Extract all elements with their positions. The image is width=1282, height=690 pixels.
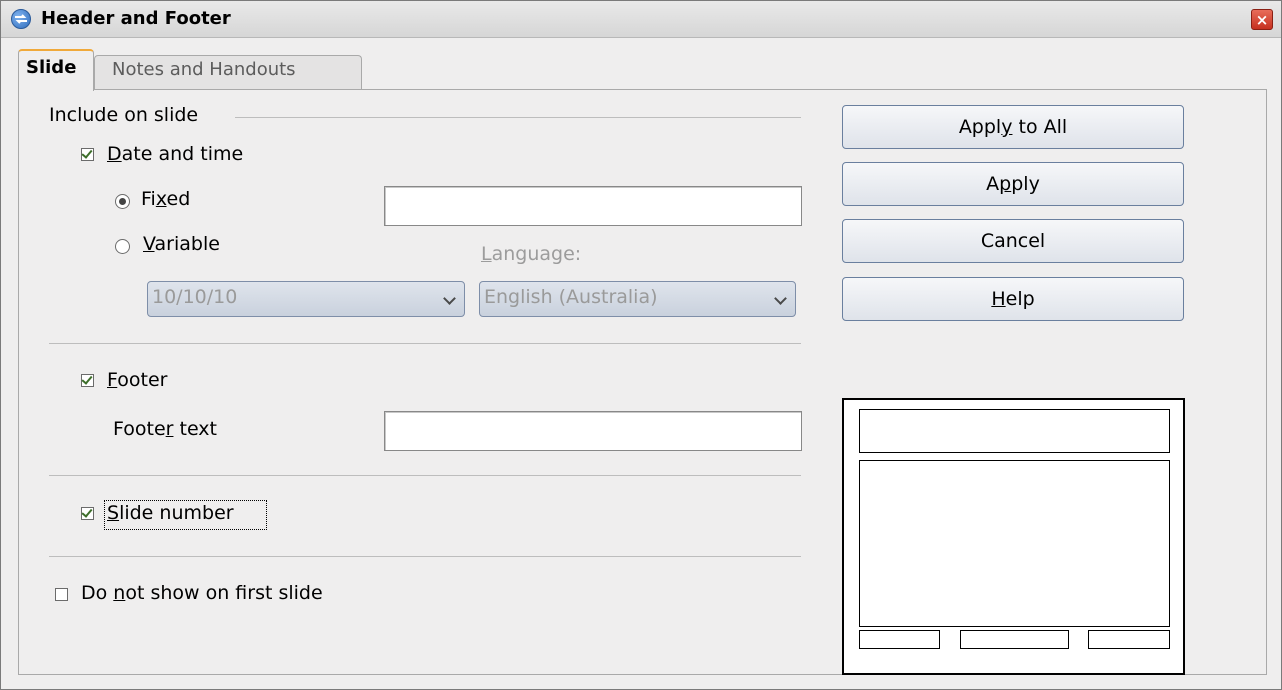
preview-footer-area xyxy=(960,630,1069,649)
footer-label[interactable]: Footer xyxy=(107,369,167,391)
footer-checkbox[interactable] xyxy=(81,373,94,387)
app-icon xyxy=(11,9,31,29)
slide-number-checkbox[interactable] xyxy=(81,506,94,520)
preview-content-area xyxy=(859,460,1170,627)
footer-text-input[interactable] xyxy=(384,411,802,451)
first-slide-label[interactable]: Do not show on first slide xyxy=(81,582,323,604)
divider xyxy=(49,343,801,344)
footer-text-label: Footer text xyxy=(113,418,217,440)
date-format-value: 10/10/10 xyxy=(152,286,238,308)
chevron-down-icon xyxy=(774,292,787,305)
cancel-button[interactable]: Cancel xyxy=(842,219,1184,263)
divider xyxy=(49,556,801,557)
header-footer-dialog: Header and Footer × Slide Notes and Hand… xyxy=(0,0,1282,690)
first-slide-checkbox[interactable] xyxy=(55,588,68,601)
variable-radio[interactable] xyxy=(115,239,130,254)
fixed-date-input[interactable] xyxy=(384,186,802,226)
section-divider xyxy=(235,117,801,118)
window-title: Header and Footer xyxy=(41,8,231,29)
date-format-dropdown[interactable]: 10/10/10 xyxy=(147,281,465,317)
slide-number-label[interactable]: Slide number xyxy=(107,502,234,524)
preview-date-area xyxy=(859,630,940,649)
date-time-checkbox[interactable] xyxy=(81,147,94,161)
slide-layout-preview xyxy=(842,398,1185,675)
language-dropdown[interactable]: English (Australia) xyxy=(479,281,796,317)
apply-button[interactable]: Apply xyxy=(842,162,1184,206)
fixed-label[interactable]: Fixed xyxy=(141,188,190,210)
apply-to-all-button[interactable]: Apply to All xyxy=(842,105,1184,149)
help-button[interactable]: Help xyxy=(842,277,1184,321)
include-on-slide-label: Include on slide xyxy=(49,104,199,126)
date-time-label[interactable]: Date and time xyxy=(107,143,243,165)
tab-notes-and-handouts[interactable]: Notes and Handouts xyxy=(94,55,362,89)
divider xyxy=(49,475,801,476)
chevron-down-icon xyxy=(443,292,456,305)
title-bar[interactable]: Header and Footer × xyxy=(1,1,1281,38)
radio-dot-icon xyxy=(119,198,126,205)
language-label: Language: xyxy=(481,243,582,265)
check-icon xyxy=(81,373,93,385)
variable-label[interactable]: Variable xyxy=(143,233,220,255)
check-icon xyxy=(81,506,93,518)
fixed-radio[interactable] xyxy=(115,194,130,209)
language-value: English (Australia) xyxy=(484,286,658,308)
check-icon xyxy=(81,147,93,159)
preview-number-area xyxy=(1088,630,1170,649)
preview-title-area xyxy=(859,409,1170,453)
close-icon[interactable]: × xyxy=(1251,9,1273,30)
tab-slide[interactable]: Slide xyxy=(18,49,94,91)
